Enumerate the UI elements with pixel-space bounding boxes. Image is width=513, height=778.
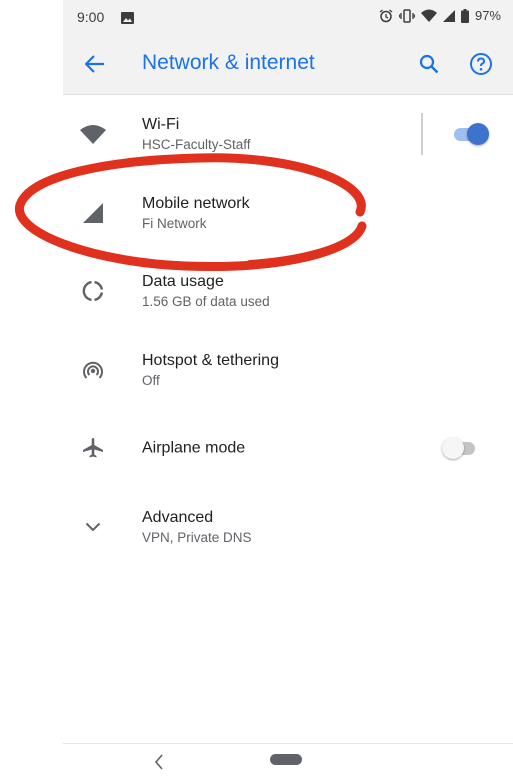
vibrate-icon — [398, 8, 415, 23]
wifi-icon — [420, 9, 437, 22]
setting-title: Data usage — [142, 273, 224, 291]
nav-back-icon[interactable] — [151, 752, 167, 772]
setting-title: Wi-Fi — [142, 116, 180, 134]
back-button[interactable] — [79, 48, 111, 80]
setting-row-airplane-mode[interactable]: Airplane mode — [63, 409, 513, 488]
toggle-thumb — [442, 437, 464, 460]
divider — [421, 113, 423, 155]
wifi-icon — [75, 116, 111, 152]
home-pill-icon[interactable] — [270, 754, 302, 765]
page-title: Network & internet — [142, 51, 315, 74]
image-icon — [121, 11, 134, 29]
airplane-icon — [75, 430, 111, 466]
setting-row-wifi[interactable]: Wi-Fi HSC-Faculty-Staff — [63, 95, 513, 174]
setting-text: Advanced VPN, Private DNS — [142, 507, 423, 547]
setting-row-advanced[interactable]: Advanced VPN, Private DNS — [63, 488, 513, 567]
cell-signal-icon — [75, 195, 111, 231]
chevron-down-icon — [75, 509, 111, 545]
setting-title: Advanced — [142, 508, 214, 526]
alarm-icon — [379, 8, 393, 23]
status-bar: 9:00 97% — [63, 0, 513, 32]
search-button[interactable] — [413, 48, 445, 80]
setting-row-mobile-network[interactable]: Mobile network Fi Network — [63, 174, 513, 253]
settings-list: Wi-Fi HSC-Faculty-Staff Mobile network F… — [63, 95, 513, 566]
setting-subtitle: VPN, Private DNS — [142, 529, 252, 545]
setting-row-hotspot[interactable]: Hotspot & tethering Off — [63, 331, 513, 410]
setting-subtitle: 1.56 GB of data used — [142, 294, 270, 310]
status-icons: 97% — [379, 8, 501, 23]
battery-icon — [460, 8, 469, 23]
phone-screen: 9:00 97% Network & internet Wi-Fi HSC-Fa… — [63, 0, 513, 778]
setting-subtitle: HSC-Faculty-Staff — [142, 137, 251, 153]
status-time: 9:00 — [77, 9, 105, 25]
wifi-toggle[interactable] — [452, 123, 489, 146]
help-icon — [470, 53, 492, 75]
setting-text: Wi-Fi HSC-Faculty-Staff — [142, 114, 423, 154]
search-icon — [419, 54, 439, 74]
setting-text: Data usage 1.56 GB of data used — [142, 271, 423, 311]
setting-text: Airplane mode — [142, 438, 423, 459]
setting-title: Hotspot & tethering — [142, 351, 279, 369]
navigation-bar — [63, 743, 513, 778]
setting-title: Airplane mode — [142, 439, 246, 457]
setting-row-data-usage[interactable]: Data usage 1.56 GB of data used — [63, 252, 513, 331]
cell-signal-icon — [442, 9, 455, 22]
setting-title: Mobile network — [142, 194, 250, 212]
app-bar: Network & internet — [63, 32, 513, 95]
setting-text: Hotspot & tethering Off — [142, 350, 423, 390]
setting-subtitle: Off — [142, 372, 160, 388]
setting-subtitle: Fi Network — [142, 215, 207, 231]
airplane-mode-toggle[interactable] — [442, 437, 479, 460]
setting-text: Mobile network Fi Network — [142, 193, 423, 233]
back-arrow-icon — [85, 55, 104, 73]
hotspot-icon — [75, 352, 111, 388]
toggle-thumb — [467, 123, 489, 146]
data-usage-icon — [75, 273, 111, 309]
help-button[interactable] — [465, 48, 497, 80]
battery-level: 97% — [474, 8, 501, 23]
